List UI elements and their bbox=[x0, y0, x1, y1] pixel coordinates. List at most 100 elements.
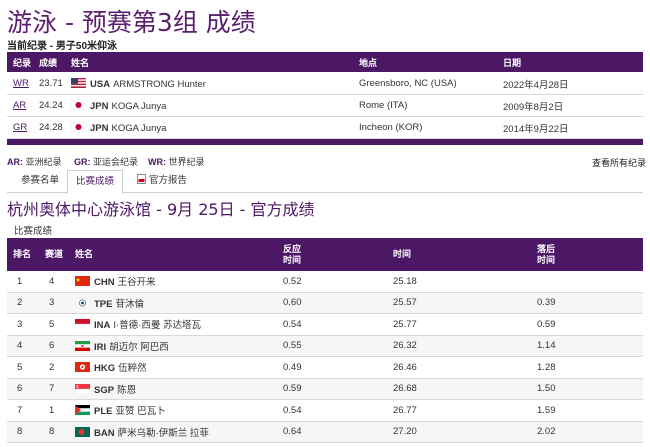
result-noc: INA bbox=[94, 320, 111, 332]
result-reaction-time: 0.52 bbox=[283, 271, 393, 293]
result-athlete[interactable]: SGP 陈恩 bbox=[75, 378, 283, 400]
tab-entry-list[interactable]: 参赛名单 bbox=[13, 170, 67, 192]
result-rank: 5 bbox=[7, 356, 45, 379]
result-reaction-time: 0.64 bbox=[283, 421, 393, 443]
result-name: 萨米乌勒·伊斯兰 拉菲 bbox=[117, 427, 209, 439]
result-time: 26.32 bbox=[393, 335, 537, 357]
legend-gr-code: GR: bbox=[74, 157, 91, 167]
result-time: 25.57 bbox=[393, 292, 537, 314]
result-time-behind bbox=[537, 271, 643, 293]
result-reaction-time: 0.59 bbox=[283, 378, 393, 400]
result-name: 伍粹然 bbox=[118, 363, 147, 375]
ban-flag-icon bbox=[75, 426, 90, 437]
results-section-label: 比赛成绩 bbox=[14, 226, 53, 237]
result-noc: CHN bbox=[94, 277, 115, 289]
results-header-behind-line2: 时间 bbox=[537, 254, 556, 265]
result-athlete[interactable]: CHN 王谷开来 bbox=[75, 271, 283, 293]
ple-flag-icon bbox=[75, 405, 90, 416]
result-noc: BAN bbox=[94, 427, 115, 439]
result-lane: 1 bbox=[45, 399, 75, 422]
result-time: 26.68 bbox=[393, 378, 537, 400]
result-rank: 1 bbox=[7, 271, 45, 293]
pdf-icon bbox=[137, 171, 146, 184]
jpn-flag-icon bbox=[71, 99, 86, 110]
results-header-rank: 排名 bbox=[7, 238, 45, 271]
record-row: AR 24.24 JPN KOGA Junya Rome (ITA) 2009年8… bbox=[7, 94, 643, 117]
records-header-mark: 成绩 bbox=[33, 52, 65, 73]
results-header-time: 时间 bbox=[393, 238, 537, 271]
record-code-link[interactable]: GR bbox=[7, 116, 33, 139]
result-athlete[interactable]: BAN 萨米乌勒·伊斯兰 拉菲 bbox=[75, 421, 283, 443]
result-noc: TPE bbox=[94, 298, 113, 310]
result-reaction-time: 0.55 bbox=[283, 335, 393, 357]
tab-official-report[interactable]: 官方报告 bbox=[129, 170, 195, 192]
legend-ar: AR: 亚洲纪录 bbox=[7, 155, 62, 168]
legend-gr-text: 亚运会纪录 bbox=[93, 157, 139, 167]
result-time: 25.18 bbox=[393, 271, 537, 293]
results-header-reaction-line2: 时间 bbox=[283, 254, 302, 265]
result-time-behind: 1.14 bbox=[537, 335, 643, 357]
iri-flag-icon bbox=[75, 340, 90, 351]
result-rank: 8 bbox=[7, 421, 45, 443]
record-row: WR 23.71 USA ARMSTRONG Hunter Greensboro,… bbox=[7, 72, 643, 95]
record-name: KOGA Junya bbox=[111, 100, 167, 112]
table-row: 2 3 TPE 苷沐倫 0.60 25.57 0.39 bbox=[7, 292, 643, 314]
result-name: 陈恩 bbox=[117, 384, 137, 396]
record-name: ARMSTRONG Hunter bbox=[113, 78, 206, 90]
results-header-lane: 赛道 bbox=[45, 238, 75, 271]
record-athlete: JPN KOGA Junya bbox=[65, 94, 353, 117]
page-title: 游泳 - 预赛第3组 成绩 bbox=[7, 8, 256, 37]
result-athlete[interactable]: TPE 苷沐倫 bbox=[75, 292, 283, 314]
result-time: 25.77 bbox=[393, 313, 537, 336]
result-noc: SGP bbox=[94, 384, 115, 396]
result-reaction-time: 0.54 bbox=[283, 313, 393, 336]
record-date: 2022年4月28日 bbox=[497, 72, 643, 95]
result-rank: 6 bbox=[7, 378, 45, 400]
result-time-behind: 0.59 bbox=[537, 313, 643, 336]
result-lane: 3 bbox=[45, 292, 75, 314]
result-athlete[interactable]: HKG 伍粹然 bbox=[75, 356, 283, 379]
record-date: 2014年9月22日 bbox=[497, 116, 643, 139]
result-name: 苷沐倫 bbox=[115, 298, 144, 310]
record-code-link[interactable]: AR bbox=[7, 94, 33, 117]
records-header-code: 纪录 bbox=[7, 52, 33, 73]
record-noc: USA bbox=[90, 78, 111, 90]
table-row: 3 5 INA I·普德·西曼 苏达塔瓦 0.54 25.77 0.59 bbox=[7, 313, 643, 336]
result-name: I·普德·西曼 苏达塔瓦 bbox=[113, 320, 201, 332]
result-athlete[interactable]: PLE 亚赞 巴瓦卜 bbox=[75, 399, 283, 422]
record-name: KOGA Junya bbox=[111, 122, 167, 134]
table-row: 6 7 SGP 陈恩 0.59 26.68 1.50 bbox=[7, 378, 643, 400]
result-reaction-time: 0.54 bbox=[283, 399, 393, 422]
records-header-place: 地点 bbox=[353, 52, 497, 73]
result-time: 26.46 bbox=[393, 356, 537, 379]
result-time-behind: 2.02 bbox=[537, 421, 643, 443]
result-athlete[interactable]: INA I·普德·西曼 苏达塔瓦 bbox=[75, 313, 283, 336]
record-place: Rome (ITA) bbox=[353, 94, 497, 117]
result-time: 27.20 bbox=[393, 421, 537, 443]
table-row: 5 2 HKG 伍粹然 0.49 26.46 1.28 bbox=[7, 356, 643, 379]
record-row: GR 24.28 JPN KOGA Junya Incheon (KOR) 201… bbox=[7, 116, 643, 139]
result-reaction-time: 0.49 bbox=[283, 356, 393, 379]
hkg-flag-icon bbox=[75, 362, 90, 373]
result-reaction-time: 0.60 bbox=[283, 292, 393, 314]
table-row: 1 4 CHN 王谷开来 0.52 25.18 bbox=[7, 271, 643, 293]
table-row: 7 1 PLE 亚赞 巴瓦卜 0.54 26.77 1.59 bbox=[7, 399, 643, 422]
result-name: 胡迈尔 阿巴西 bbox=[109, 341, 169, 353]
record-noc: JPN bbox=[90, 122, 109, 134]
result-time-behind: 1.50 bbox=[537, 378, 643, 400]
record-code-link[interactable]: WR bbox=[7, 72, 33, 95]
records-table: 纪录 成绩 姓名 地点 日期 WR 23.71 USA ARMSTRONG Hun… bbox=[7, 52, 643, 145]
result-athlete[interactable]: IRI 胡迈尔 阿巴西 bbox=[75, 335, 283, 357]
result-time-behind: 0.39 bbox=[537, 292, 643, 314]
legend-wr: WR: 世界纪录 bbox=[148, 155, 205, 168]
results-header-reaction: 反应 时间 bbox=[283, 238, 393, 271]
view-all-records-link[interactable]: 查看所有纪录 bbox=[592, 156, 646, 169]
jpn-flag-icon bbox=[71, 121, 86, 132]
tab-results[interactable]: 比赛成绩 bbox=[67, 170, 124, 194]
result-time-behind: 1.59 bbox=[537, 399, 643, 422]
result-lane: 2 bbox=[45, 356, 75, 379]
tpe-flag-icon bbox=[75, 297, 90, 308]
record-athlete: USA ARMSTRONG Hunter bbox=[65, 72, 353, 95]
record-place: Incheon (KOR) bbox=[353, 116, 497, 139]
result-time-behind: 1.28 bbox=[537, 356, 643, 379]
